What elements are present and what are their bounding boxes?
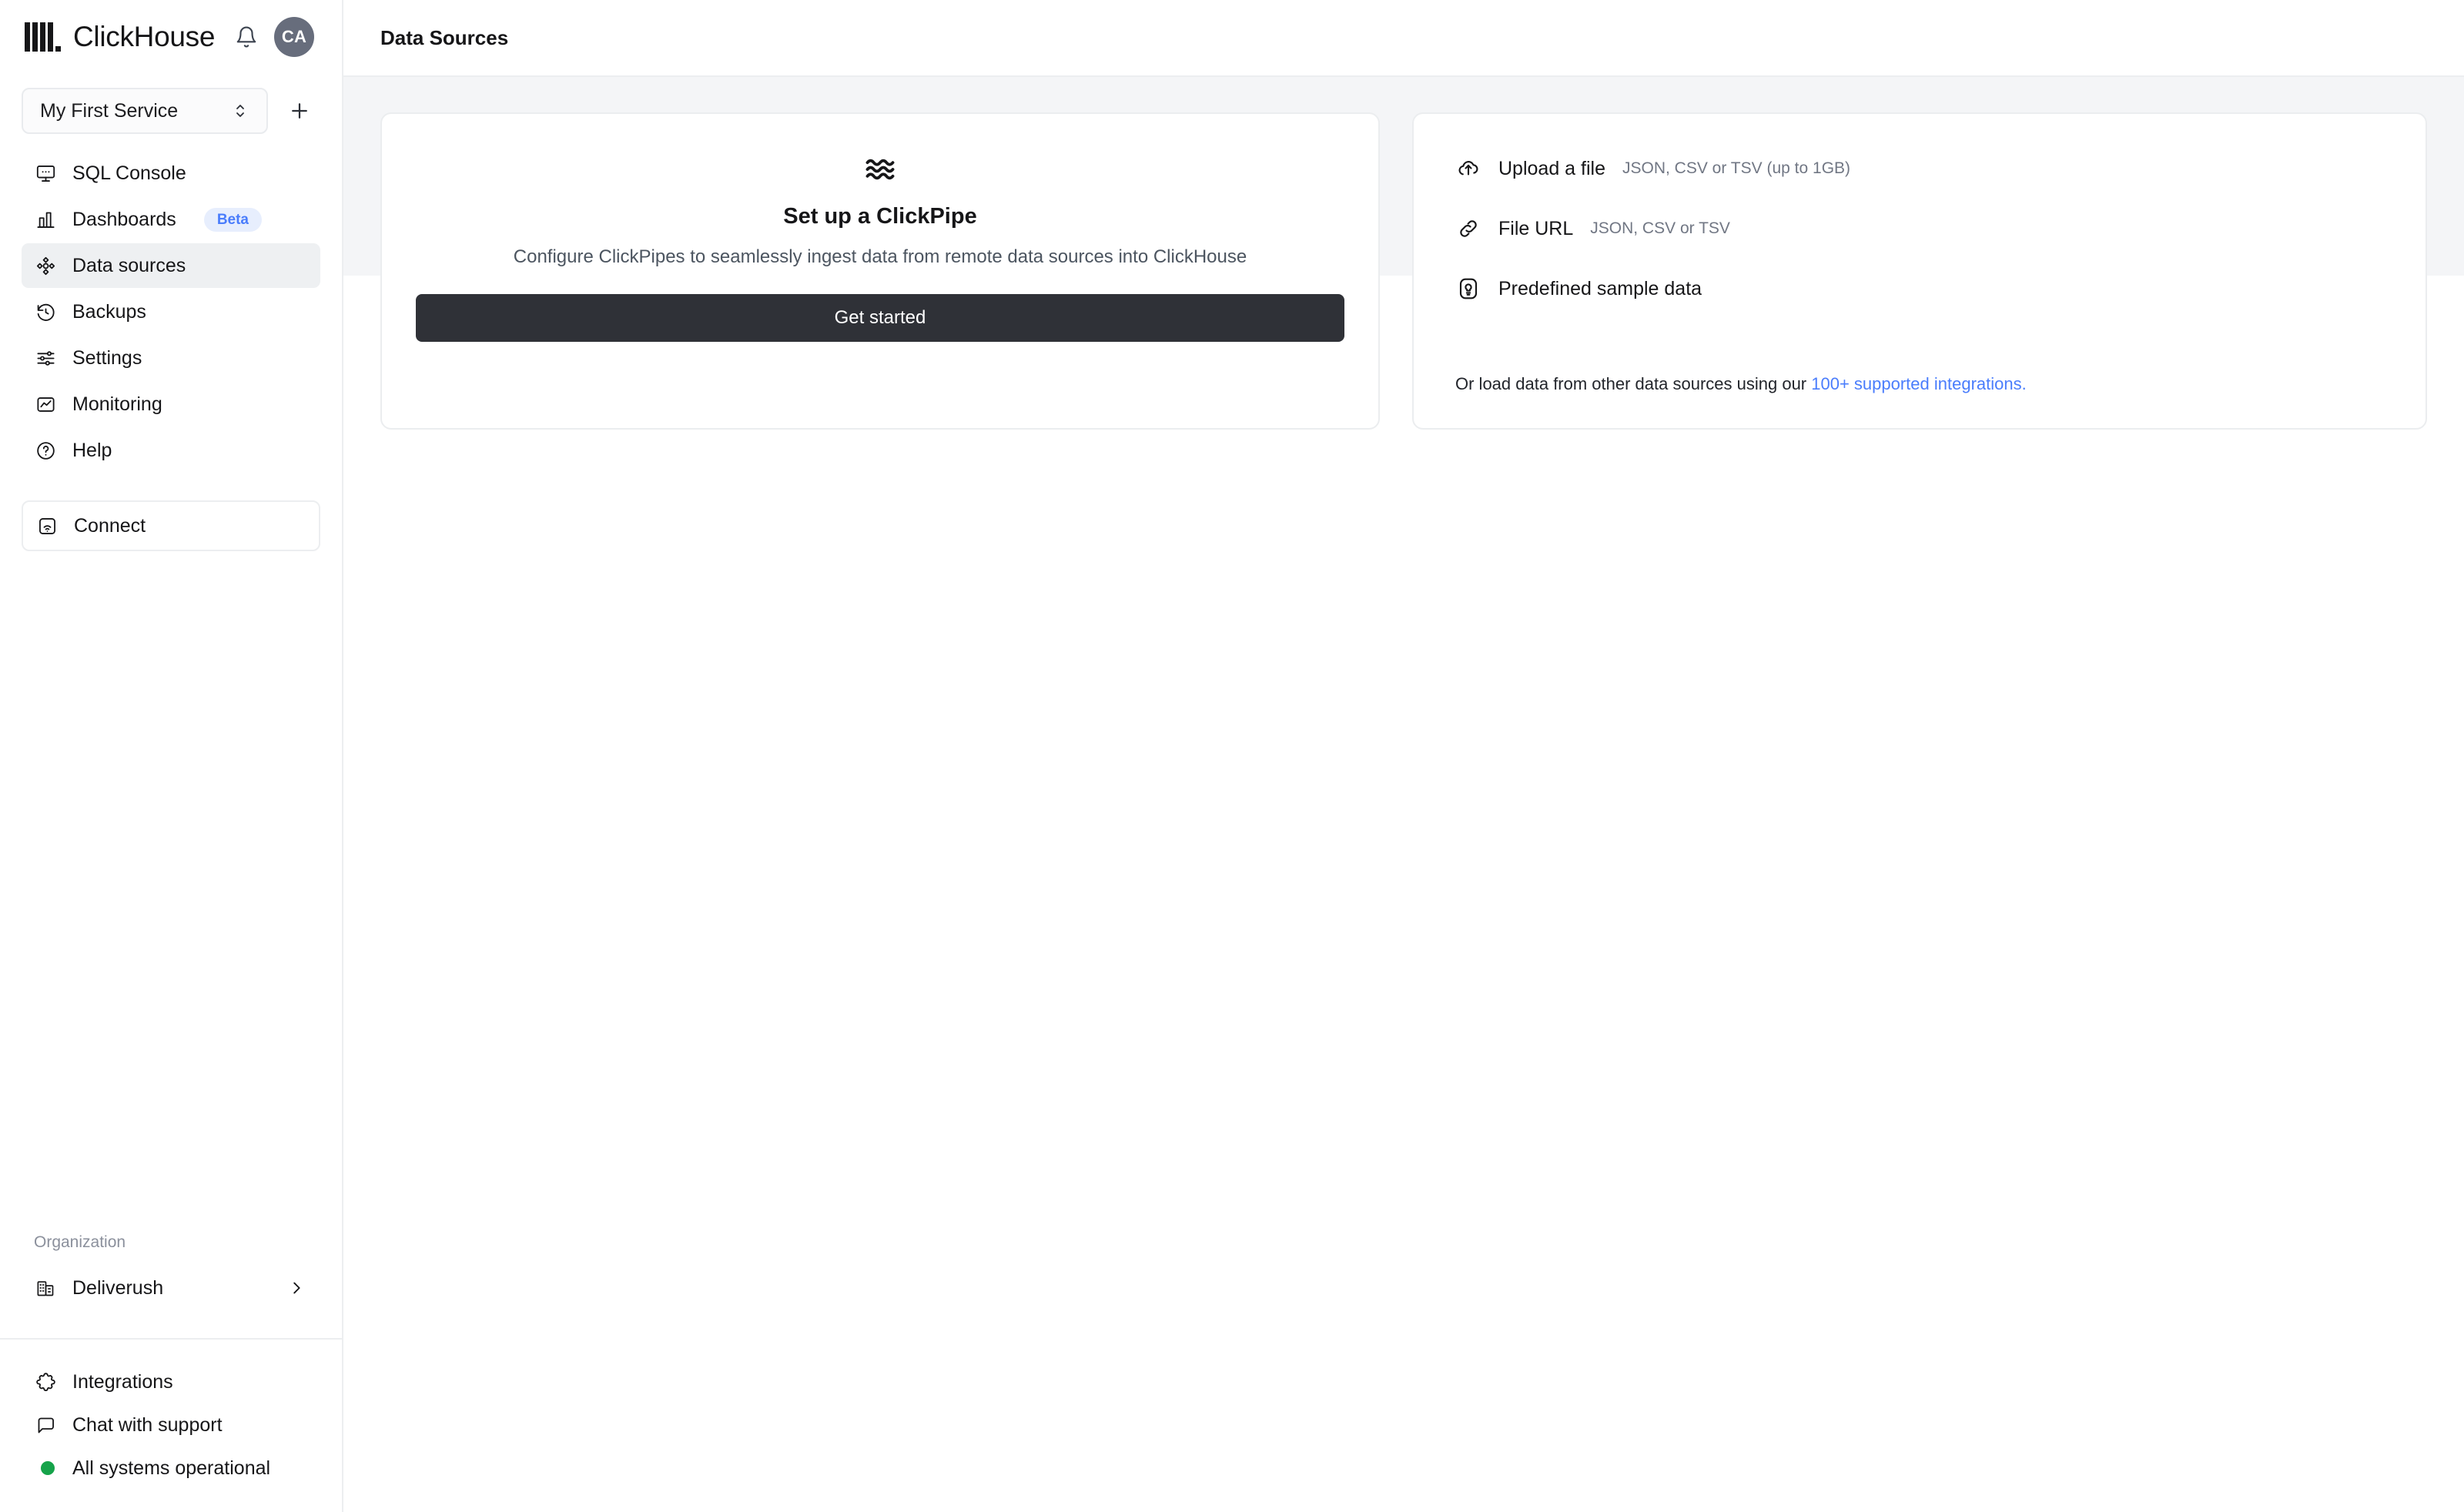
sidebar-item-sql-console[interactable]: SQL Console <box>22 151 320 196</box>
add-service-button[interactable] <box>279 90 320 132</box>
sidebar: ClickHouse CA My First Service SQL Conso… <box>0 0 343 1512</box>
sidebar-item-integrations[interactable]: Integrations <box>22 1361 320 1403</box>
get-started-button[interactable]: Get started <box>416 294 1344 343</box>
clickpipe-card: Set up a ClickPipe Configure ClickPipes … <box>380 112 1380 430</box>
sidebar-item-label: SQL Console <box>72 162 186 184</box>
page-title: Data Sources <box>380 25 509 49</box>
page-header: Data Sources <box>343 0 2464 77</box>
option-label: Predefined sample data <box>1498 277 1702 299</box>
service-selector-row: My First Service <box>0 88 342 134</box>
clickpipe-card-title: Set up a ClickPipe <box>783 204 977 229</box>
organization-section: Organization Deliverush <box>0 1233 342 1310</box>
sidebar-item-help[interactable]: Help <box>22 428 320 473</box>
sidebar-item-label: Integrations <box>72 1370 173 1393</box>
connect-label: Connect <box>74 514 146 537</box>
data-sources-icon <box>34 254 57 277</box>
sidebar-item-settings[interactable]: Settings <box>22 336 320 380</box>
integrations-icon <box>34 1370 57 1393</box>
sidebar-item-label: Dashboards <box>72 208 176 230</box>
option-label: File URL <box>1498 217 1574 239</box>
sidebar-item-label: Settings <box>72 346 142 369</box>
sidebar-item-label: Help <box>72 439 112 461</box>
sidebar-item-label: Chat with support <box>72 1413 223 1436</box>
sidebar-item-label: Backups <box>72 300 146 323</box>
integrations-footnote-text: Or load data from other data sources usi… <box>1455 374 1812 393</box>
sidebar-item-monitoring[interactable]: Monitoring <box>22 382 320 427</box>
sidebar-item-system-status[interactable]: All systems operational <box>22 1447 320 1489</box>
status-dot-icon <box>34 1457 57 1480</box>
main-content: Data Sources Set up a ClickPipe Configur… <box>343 0 2464 1512</box>
content-area <box>343 276 2464 1512</box>
upload-a-file-option[interactable]: Upload a file JSON, CSV or TSV (up to 1G… <box>1455 156 2384 182</box>
clickpipe-card-description: Configure ClickPipes to seamlessly inges… <box>513 246 1247 267</box>
app-root: ClickHouse CA My First Service SQL Conso… <box>0 0 2464 1512</box>
brand-row: ClickHouse CA <box>0 0 342 74</box>
beta-badge: Beta <box>203 207 262 232</box>
monitoring-icon <box>34 393 57 416</box>
clickhouse-logo-icon <box>25 22 61 52</box>
sidebar-footer: Integrations Chat with support All syste… <box>0 1340 342 1512</box>
cards-row: Set up a ClickPipe Configure ClickPipes … <box>380 112 2427 430</box>
avatar[interactable]: CA <box>274 17 314 57</box>
organization-icon <box>34 1276 57 1300</box>
sidebar-item-chat-support[interactable]: Chat with support <box>22 1404 320 1446</box>
organization-section-label: Organization <box>34 1233 126 1251</box>
file-url-option[interactable]: File URL JSON, CSV or TSV <box>1455 216 2384 242</box>
connect-wrapper: Connect <box>0 500 342 551</box>
sidebar-item-backups[interactable]: Backups <box>22 289 320 334</box>
connect-button[interactable]: Connect <box>22 500 320 551</box>
organization-item[interactable]: Deliverush <box>22 1266 320 1310</box>
sidebar-item-label: Monitoring <box>72 393 162 415</box>
bell-icon[interactable] <box>229 20 263 54</box>
sidebar-item-label: All systems operational <box>72 1457 271 1479</box>
predefined-sample-data-option[interactable]: Predefined sample data <box>1455 276 2384 302</box>
chat-icon <box>34 1413 57 1437</box>
sidebar-item-data-sources[interactable]: Data sources <box>22 243 320 288</box>
connect-icon <box>35 514 59 537</box>
option-label: Upload a file <box>1498 157 1605 179</box>
chevron-right-icon <box>285 1276 308 1300</box>
option-hint: JSON, CSV or TSV (up to 1GB) <box>1622 159 1851 177</box>
brand-name: ClickHouse <box>73 21 216 52</box>
waves-icon <box>863 152 897 190</box>
option-hint: JSON, CSV or TSV <box>1590 219 1730 237</box>
chevron-up-down-icon <box>231 102 249 120</box>
service-select-value: My First Service <box>40 99 179 122</box>
integrations-footnote: Or load data from other data sources usi… <box>1455 374 2384 394</box>
sidebar-nav: SQL Console Dashboards Beta Data sources… <box>0 151 342 473</box>
link-icon <box>1455 216 1481 242</box>
backups-icon <box>34 300 57 323</box>
settings-icon <box>34 346 57 370</box>
organization-name: Deliverush <box>72 1276 164 1299</box>
sql-console-icon <box>34 162 57 185</box>
sidebar-item-dashboards[interactable]: Dashboards Beta <box>22 197 320 242</box>
dashboards-icon <box>34 208 57 231</box>
lightbulb-icon <box>1455 276 1481 302</box>
cloud-upload-icon <box>1455 156 1481 182</box>
help-icon <box>34 439 57 462</box>
service-select[interactable]: My First Service <box>22 88 268 134</box>
data-sources-card: Upload a file JSON, CSV or TSV (up to 1G… <box>1412 112 2427 430</box>
sidebar-item-label: Data sources <box>72 254 186 276</box>
supported-integrations-link[interactable]: 100+ supported integrations. <box>1811 374 2026 393</box>
